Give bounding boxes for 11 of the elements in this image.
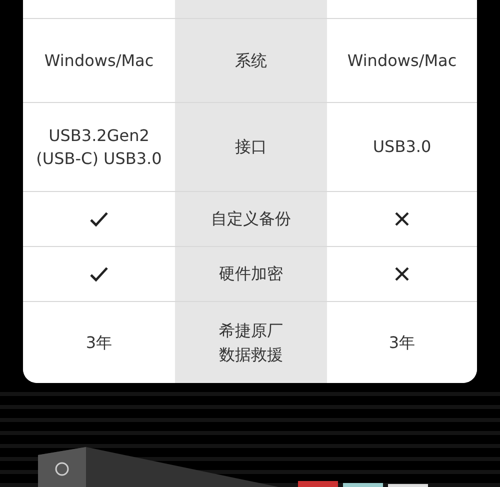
table-cell-text: USB3.0 (372, 136, 432, 158)
table-cell-text: 3年 (388, 332, 416, 354)
feature-label: 希捷原厂数据救援 (218, 320, 284, 366)
table-cell-text: Windows/Mac (347, 50, 457, 72)
feature-label: 硬件加密 (219, 263, 283, 286)
table-cell-text: USB3.2Gen2 (USB-C) USB3.0 (36, 124, 162, 170)
feature-label: 系统 (235, 50, 267, 72)
table-cell-text: 3年 (86, 332, 112, 354)
feature-label: 接口 (235, 136, 267, 158)
table-cell-text: Windows/Mac (44, 50, 154, 72)
feature-label: 自定义备份 (211, 208, 291, 230)
